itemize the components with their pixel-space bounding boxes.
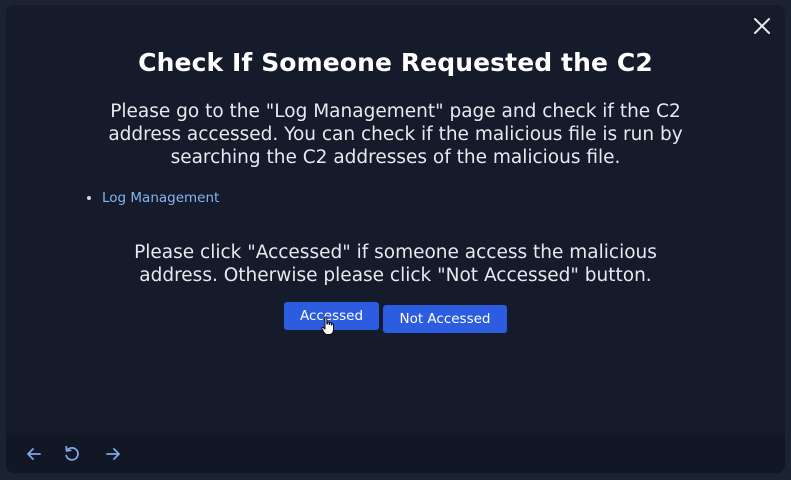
modal-title: Check If Someone Requested the C2: [138, 48, 653, 77]
arrow-left-icon: [27, 448, 41, 460]
back-button[interactable]: [24, 444, 44, 464]
modal-description: Please go to the "Log Management" page a…: [108, 101, 683, 168]
close-button[interactable]: [751, 15, 773, 37]
forward-button[interactable]: [103, 444, 123, 464]
modal-dialog: Check If Someone Requested the C2 Please…: [6, 5, 785, 473]
reload-icon: [65, 445, 79, 461]
accessed-button[interactable]: Accessed: [284, 302, 379, 330]
link-list: Log Management: [84, 188, 219, 208]
log-management-link[interactable]: Log Management: [102, 190, 219, 206]
footer-toolbar: [6, 435, 785, 473]
reload-button[interactable]: [62, 444, 82, 464]
close-icon: [754, 18, 770, 34]
modal-prompt: Please click "Accessed" if someone acces…: [134, 242, 657, 286]
list-item: Log Management: [102, 188, 219, 208]
arrow-right-icon: [106, 448, 120, 460]
not-accessed-button[interactable]: Not Accessed: [383, 305, 507, 333]
